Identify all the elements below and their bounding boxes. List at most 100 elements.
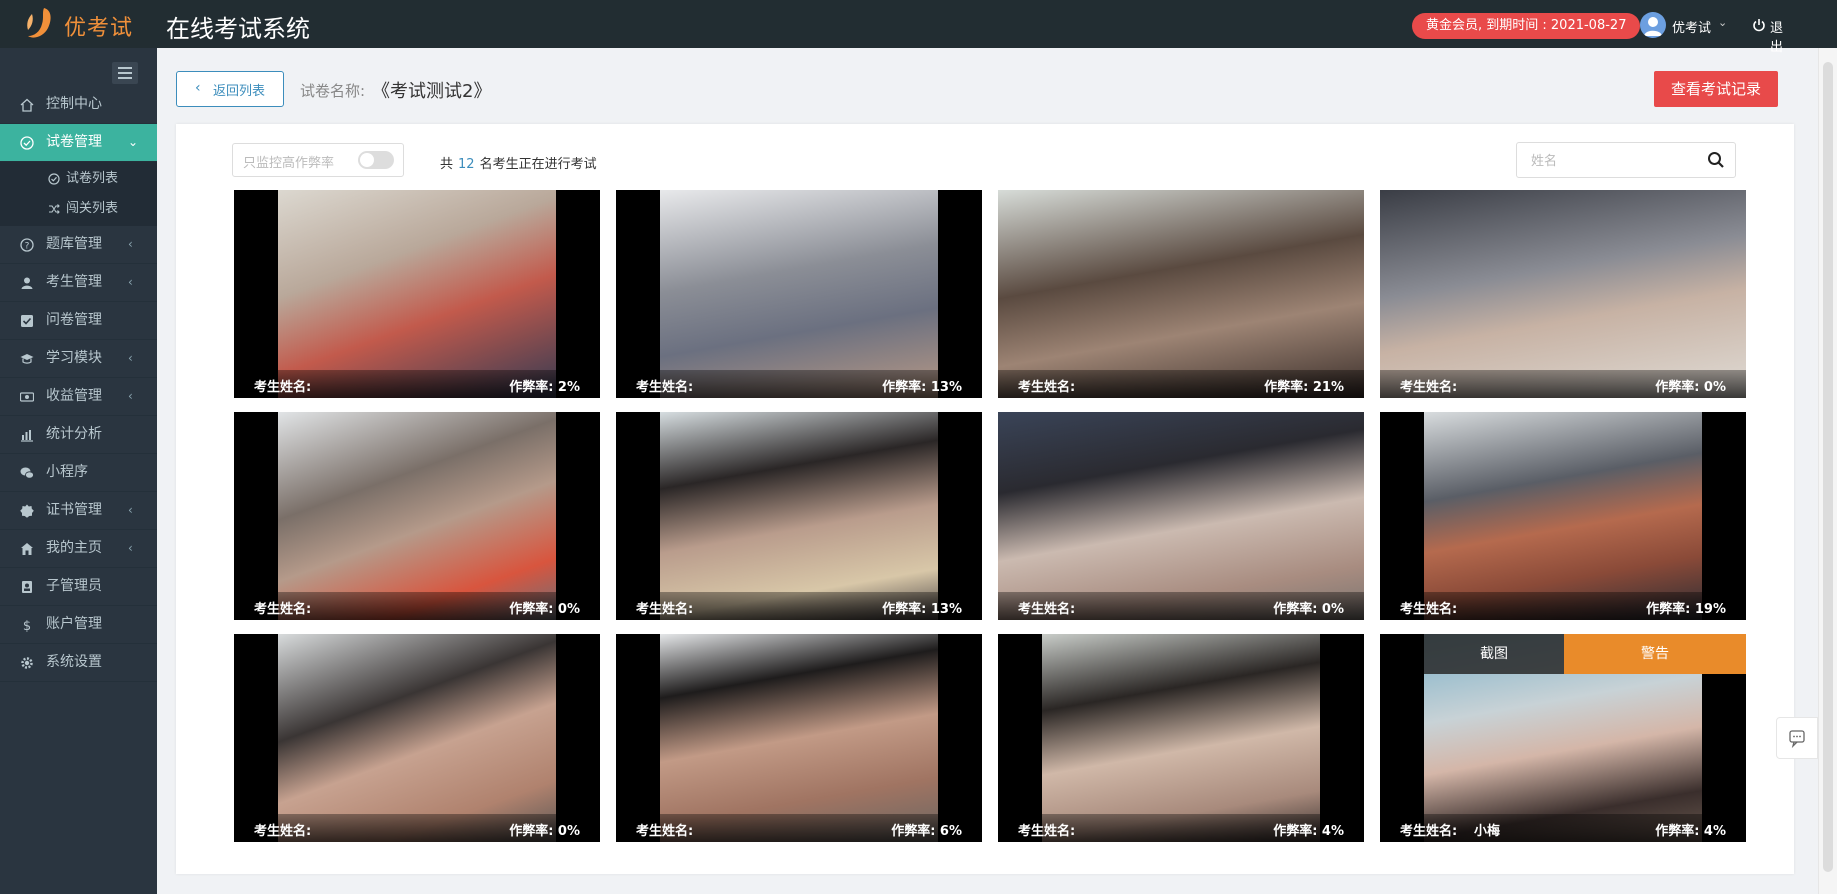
high-cheat-filter[interactable]: 只监控高作弊率 [232, 143, 404, 177]
logout-label: 退出 [1770, 21, 1784, 55]
camera-card[interactable]: 考生姓名: 作弊率: 19% [1380, 412, 1746, 620]
sidebar-item-revenue[interactable]: 收益管理 ‹ [0, 378, 157, 416]
logo[interactable]: 优考试 [24, 6, 154, 42]
examinee-name-label: 考生姓名: [1018, 602, 1076, 617]
card-footer: 考生姓名: 作弊率: 13% [616, 592, 982, 620]
cheat-rate: 作弊率: 0% [509, 824, 580, 839]
home-icon [20, 98, 34, 112]
count-prefix: 共 [440, 157, 454, 172]
logo-mark-icon [27, 8, 51, 38]
sidebar-item-label: 控制中心 [46, 96, 102, 112]
examinee-count: 共 12 名考生正在进行考试 [440, 153, 597, 172]
examinee-name-label: 考生姓名: [1400, 380, 1458, 395]
sidebar-subitem-label: 试卷列表 [66, 171, 119, 186]
cheat-rate: 作弊率: 19% [1646, 602, 1726, 617]
scrollbar-thumb[interactable] [1823, 62, 1833, 872]
paper-name: 《考试测试2》 [372, 81, 492, 102]
vip-badge: 黄金会员, 到期时间 : 2021-08-27 [1412, 13, 1641, 39]
sidebar-item-label: 小程序 [46, 464, 88, 480]
count-number: 12 [458, 157, 475, 172]
sidebar-item-control-center[interactable]: 控制中心 [0, 86, 157, 124]
question-circle-icon: ? [20, 238, 34, 252]
sidebar-item-label: 收益管理 [46, 388, 102, 404]
screenshot-button[interactable]: 截图 [1424, 634, 1564, 674]
cheat-rate: 作弊率: 0% [1273, 602, 1344, 617]
feedback-button[interactable] [1776, 717, 1818, 759]
camera-card[interactable]: 考生姓名: 作弊率: 13% [616, 190, 982, 398]
camera-card[interactable]: 考生姓名: 作弊率: 2% [234, 190, 600, 398]
wechat-icon [20, 467, 34, 479]
camera-feed [1042, 634, 1320, 842]
sidebar-item-sub-admin[interactable]: 子管理员 [0, 568, 157, 606]
hamburger-line [118, 72, 132, 74]
chevron-left-icon: ‹ [128, 503, 133, 517]
sidebar-submenu: 试卷列表 闯关列表 [0, 162, 157, 226]
sidebar: 控制中心 试卷管理 ⌄ 试卷列表 闯关列表 ? 题库管理 ‹ 考生管理 ‹ 问卷… [0, 48, 157, 894]
examinee-name-label: 考生姓名: [636, 824, 694, 839]
camera-card[interactable]: 考生姓名: 作弊率: 0% [234, 634, 600, 842]
examinee-name: 小梅 [1474, 824, 1501, 839]
chevron-left-icon: ‹ [128, 275, 133, 289]
camera-card[interactable]: 考生姓名: 作弊率: 0% [1380, 190, 1746, 398]
card-footer: 考生姓名: 作弊率: 2% [234, 370, 600, 398]
sidebar-subitem-level-list[interactable]: 闯关列表 [0, 194, 157, 224]
camera-feed [278, 412, 556, 620]
sidebar-item-statistics[interactable]: 统计分析 [0, 416, 157, 454]
camera-card[interactable]: 考生姓名: 作弊率: 21% [998, 190, 1364, 398]
monitor-panel: 只监控高作弊率 共 12 名考生正在进行考试 考生姓名: 作弊率: 2% 考生姓名: [176, 124, 1794, 874]
examinee-name-label: 考生姓名: [1400, 602, 1458, 617]
high-cheat-toggle[interactable] [358, 151, 394, 169]
chevron-left-icon: ‹ [128, 541, 133, 555]
menu-toggle-button[interactable] [112, 62, 138, 84]
back-to-list-button[interactable]: ‹ 返回列表 [176, 71, 284, 107]
card-footer: 考生姓名: 作弊率: 21% [998, 370, 1364, 398]
toggle-knob [360, 153, 374, 167]
view-exam-record-button[interactable]: 查看考试记录 [1654, 71, 1778, 107]
page-scrollbar[interactable] [1818, 48, 1837, 894]
chevron-left-icon: ‹ [128, 237, 133, 251]
sidebar-item-paper-management[interactable]: 试卷管理 ⌄ [0, 124, 157, 162]
svg-text:?: ? [25, 242, 30, 252]
card-footer: 考生姓名: 作弊率: 0% [1380, 370, 1746, 398]
sidebar-item-examinee[interactable]: 考生管理 ‹ [0, 264, 157, 302]
sidebar-item-certificate[interactable]: 证书管理 ‹ [0, 492, 157, 530]
shuffle-icon [49, 204, 60, 214]
camera-feed [660, 412, 938, 620]
examinee-name-label: 考生姓名: [636, 602, 694, 617]
search-icon[interactable] [1707, 151, 1725, 169]
cheat-rate: 作弊率: 6% [891, 824, 962, 839]
sidebar-item-my-home[interactable]: 我的主页 ‹ [0, 530, 157, 568]
chevron-left-icon: ‹ [128, 351, 133, 365]
system-title: 在线考试系统 [166, 15, 310, 43]
examinee-name-label: 考生姓名: [1018, 380, 1076, 395]
sidebar-item-label: 子管理员 [46, 578, 102, 594]
camera-card[interactable]: 考生姓名: 作弊率: 4% [998, 634, 1364, 842]
sidebar-item-settings[interactable]: 系统设置 [0, 644, 157, 682]
warn-button[interactable]: 警告 [1564, 634, 1746, 674]
sidebar-item-account[interactable]: $ 账户管理 [0, 606, 157, 644]
sidebar-item-label: 我的主页 [46, 540, 102, 556]
paper-name-label: 试卷名称: [300, 82, 366, 100]
sidebar-item-label: 考生管理 [46, 274, 102, 290]
back-button-label: 返回列表 [213, 84, 266, 99]
camera-card[interactable]: 考生姓名: 作弊率: 6% [616, 634, 982, 842]
camera-card[interactable]: 考生姓名: 作弊率: 0% [234, 412, 600, 620]
cheat-rate: 作弊率: 2% [509, 380, 580, 395]
sidebar-item-question-bank[interactable]: ? 题库管理 ‹ [0, 226, 157, 264]
chat-bubble-icon [1789, 730, 1805, 749]
name-search-input[interactable] [1529, 150, 1693, 172]
sidebar-item-label: 问卷管理 [46, 312, 102, 328]
camera-feed [998, 412, 1364, 620]
sidebar-item-learning[interactable]: 学习模块 ‹ [0, 340, 157, 378]
camera-card[interactable]: 截图 警告 考生姓名: 小梅 作弊率: 4% [1380, 634, 1746, 842]
camera-card[interactable]: 考生姓名: 作弊率: 0% [998, 412, 1364, 620]
sidebar-item-mini-program[interactable]: 小程序 [0, 454, 157, 492]
camera-card[interactable]: 考生姓名: 作弊率: 13% [616, 412, 982, 620]
user-icon [21, 277, 33, 289]
cheat-rate: 作弊率: 4% [1655, 824, 1726, 839]
camera-feed [998, 190, 1364, 398]
sidebar-item-questionnaire[interactable]: 问卷管理 [0, 302, 157, 340]
sidebar-subitem-paper-list[interactable]: 试卷列表 [0, 164, 157, 194]
check-circle-icon [20, 136, 34, 150]
card-footer: 考生姓名: 作弊率: 0% [998, 592, 1364, 620]
